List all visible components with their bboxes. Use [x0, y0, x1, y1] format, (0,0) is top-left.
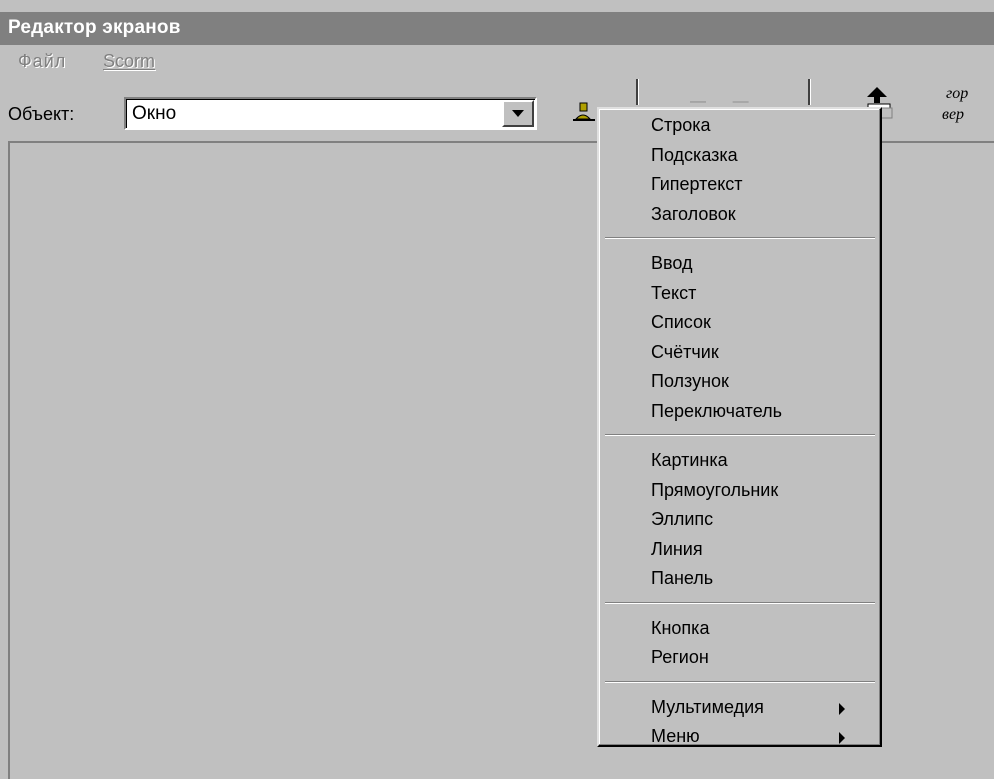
context-menu-item[interactable]: Эллипс [651, 509, 713, 530]
context-menu-item[interactable]: Текст [651, 283, 696, 304]
object-select-dropdown-button[interactable] [502, 100, 534, 127]
menu-file[interactable]: Файл [18, 51, 66, 72]
menu-bar: Файл Scorm [0, 45, 994, 79]
vertical-align-label[interactable]: вер [942, 106, 964, 124]
context-menu-item[interactable]: Прямоугольник [651, 480, 778, 501]
context-menu-item[interactable]: Линия [651, 539, 703, 560]
person-tool-icon[interactable] [567, 99, 597, 123]
context-menu-item[interactable]: Список [651, 312, 711, 333]
context-menu-separator [605, 434, 875, 436]
insert-object-context-menu: Строка Подсказка Гипертекст Заголовок Ввод Те… [597, 107, 882, 747]
context-menu-item[interactable]: Подсказка [651, 145, 738, 166]
horizontal-align-label[interactable]: гор [946, 85, 968, 103]
toolbar-separator-2 [808, 79, 811, 105]
submenu-arrow-icon [839, 732, 845, 744]
toolbar-separator-1 [636, 79, 639, 105]
context-menu-separator [605, 680, 875, 683]
context-menu-item[interactable]: Гипертекст [651, 174, 743, 195]
context-menu-item[interactable]: Кнопка [651, 618, 709, 639]
menu-scorm[interactable]: Scorm [103, 51, 155, 72]
context-menu-item[interactable]: Заголовок [651, 204, 736, 225]
combo-dropdown-arrow-icon [512, 110, 524, 117]
screen-editor-window: Редактор экранов Файл Scorm Объект: Окно… [0, 0, 994, 779]
object-label: Объект: [8, 104, 75, 124]
context-menu-item[interactable]: Ползунок [651, 371, 729, 392]
context-menu-item[interactable]: Счётчик [651, 342, 719, 363]
context-menu-item[interactable]: Переключатель [651, 401, 782, 422]
context-menu-item[interactable]: Меню [651, 726, 700, 747]
object-select-value: Окно [132, 103, 177, 124]
context-menu-separator [605, 601, 875, 604]
title-bar[interactable]: Редактор экранов [0, 12, 994, 45]
object-select[interactable]: Окно [124, 97, 537, 130]
context-menu-item[interactable]: Регион [651, 647, 709, 668]
window-title: Редактор экранов [8, 17, 181, 38]
context-menu-separator [605, 237, 875, 239]
context-menu-item[interactable]: Панель [651, 568, 713, 589]
context-menu-item[interactable]: Строка [651, 115, 711, 136]
context-menu-item[interactable]: Мультимедия [651, 697, 764, 718]
context-menu-item[interactable]: Ввод [651, 253, 692, 274]
submenu-arrow-icon [839, 702, 845, 715]
context-menu-item[interactable]: Картинка [651, 450, 728, 471]
